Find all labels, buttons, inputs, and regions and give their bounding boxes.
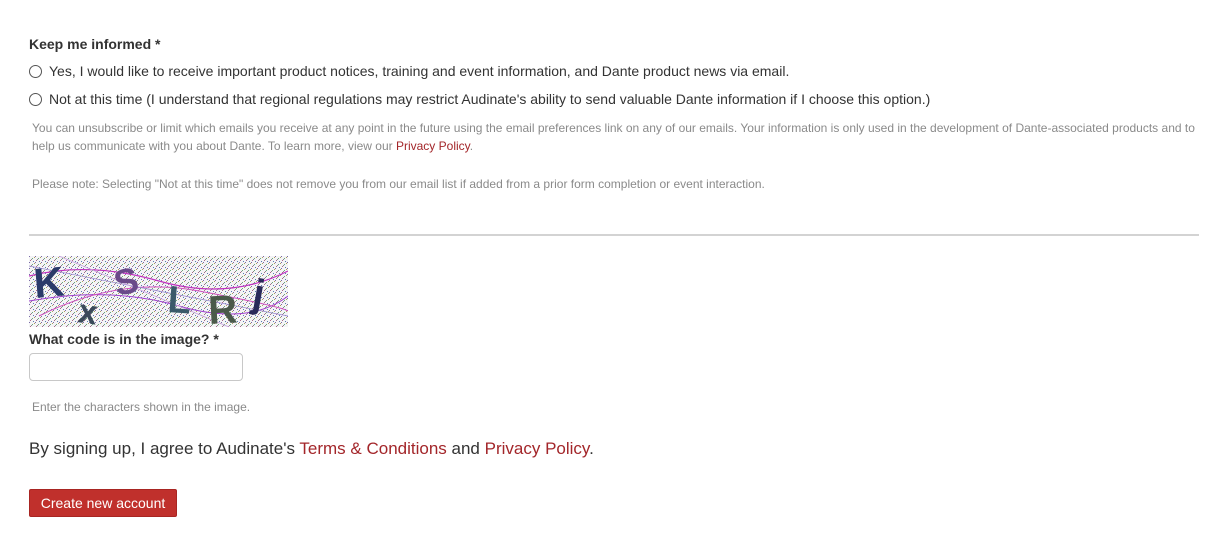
svg-text:L: L [166, 279, 192, 323]
consent-middle: and [446, 439, 485, 458]
keep-informed-label: Keep me informed * [29, 36, 161, 52]
consent-text: By signing up, I agree to Audinate's Ter… [29, 439, 594, 459]
captcha-image: K x S L R j [29, 256, 288, 327]
opt-in-no-option[interactable]: Not at this time (I understand that regi… [29, 91, 930, 107]
svg-text:K: K [32, 257, 66, 306]
consent-suffix: . [589, 439, 594, 458]
opt-in-yes-label[interactable]: Yes, I would like to receive important p… [49, 63, 789, 79]
privacy-help-line-2-end: . [469, 139, 474, 153]
privacy-help-text: You can unsubscribe or limit which email… [32, 119, 1195, 155]
opt-out-note: Please note: Selecting "Not at this time… [32, 177, 765, 191]
privacy-policy-consent-link[interactable]: Privacy Policy [485, 439, 590, 458]
privacy-help-line-1: You can unsubscribe or limit which email… [32, 121, 1195, 135]
opt-in-no-radio[interactable] [29, 92, 42, 106]
privacy-help-line-2: help us communicate with you about Dante… [32, 137, 1195, 155]
opt-in-yes-option[interactable]: Yes, I would like to receive important p… [29, 63, 789, 79]
terms-conditions-link[interactable]: Terms & Conditions [299, 439, 446, 458]
section-divider [29, 234, 1199, 236]
opt-in-yes-radio[interactable] [29, 64, 42, 78]
privacy-help-line-2-text: help us communicate with you about Dante… [32, 139, 396, 153]
captcha-label: What code is in the image? * [29, 331, 219, 347]
captcha-help-text: Enter the characters shown in the image. [32, 400, 251, 414]
privacy-policy-link[interactable]: Privacy Policy [396, 139, 470, 153]
svg-text:R: R [207, 288, 238, 327]
signup-form-section: Keep me informed * Yes, I would like to … [0, 0, 1227, 547]
create-account-button[interactable]: Create new account [29, 489, 177, 517]
captcha-input[interactable] [29, 353, 243, 381]
opt-in-no-label[interactable]: Not at this time (I understand that regi… [49, 91, 930, 107]
consent-prefix: By signing up, I agree to Audinate's [29, 439, 300, 458]
